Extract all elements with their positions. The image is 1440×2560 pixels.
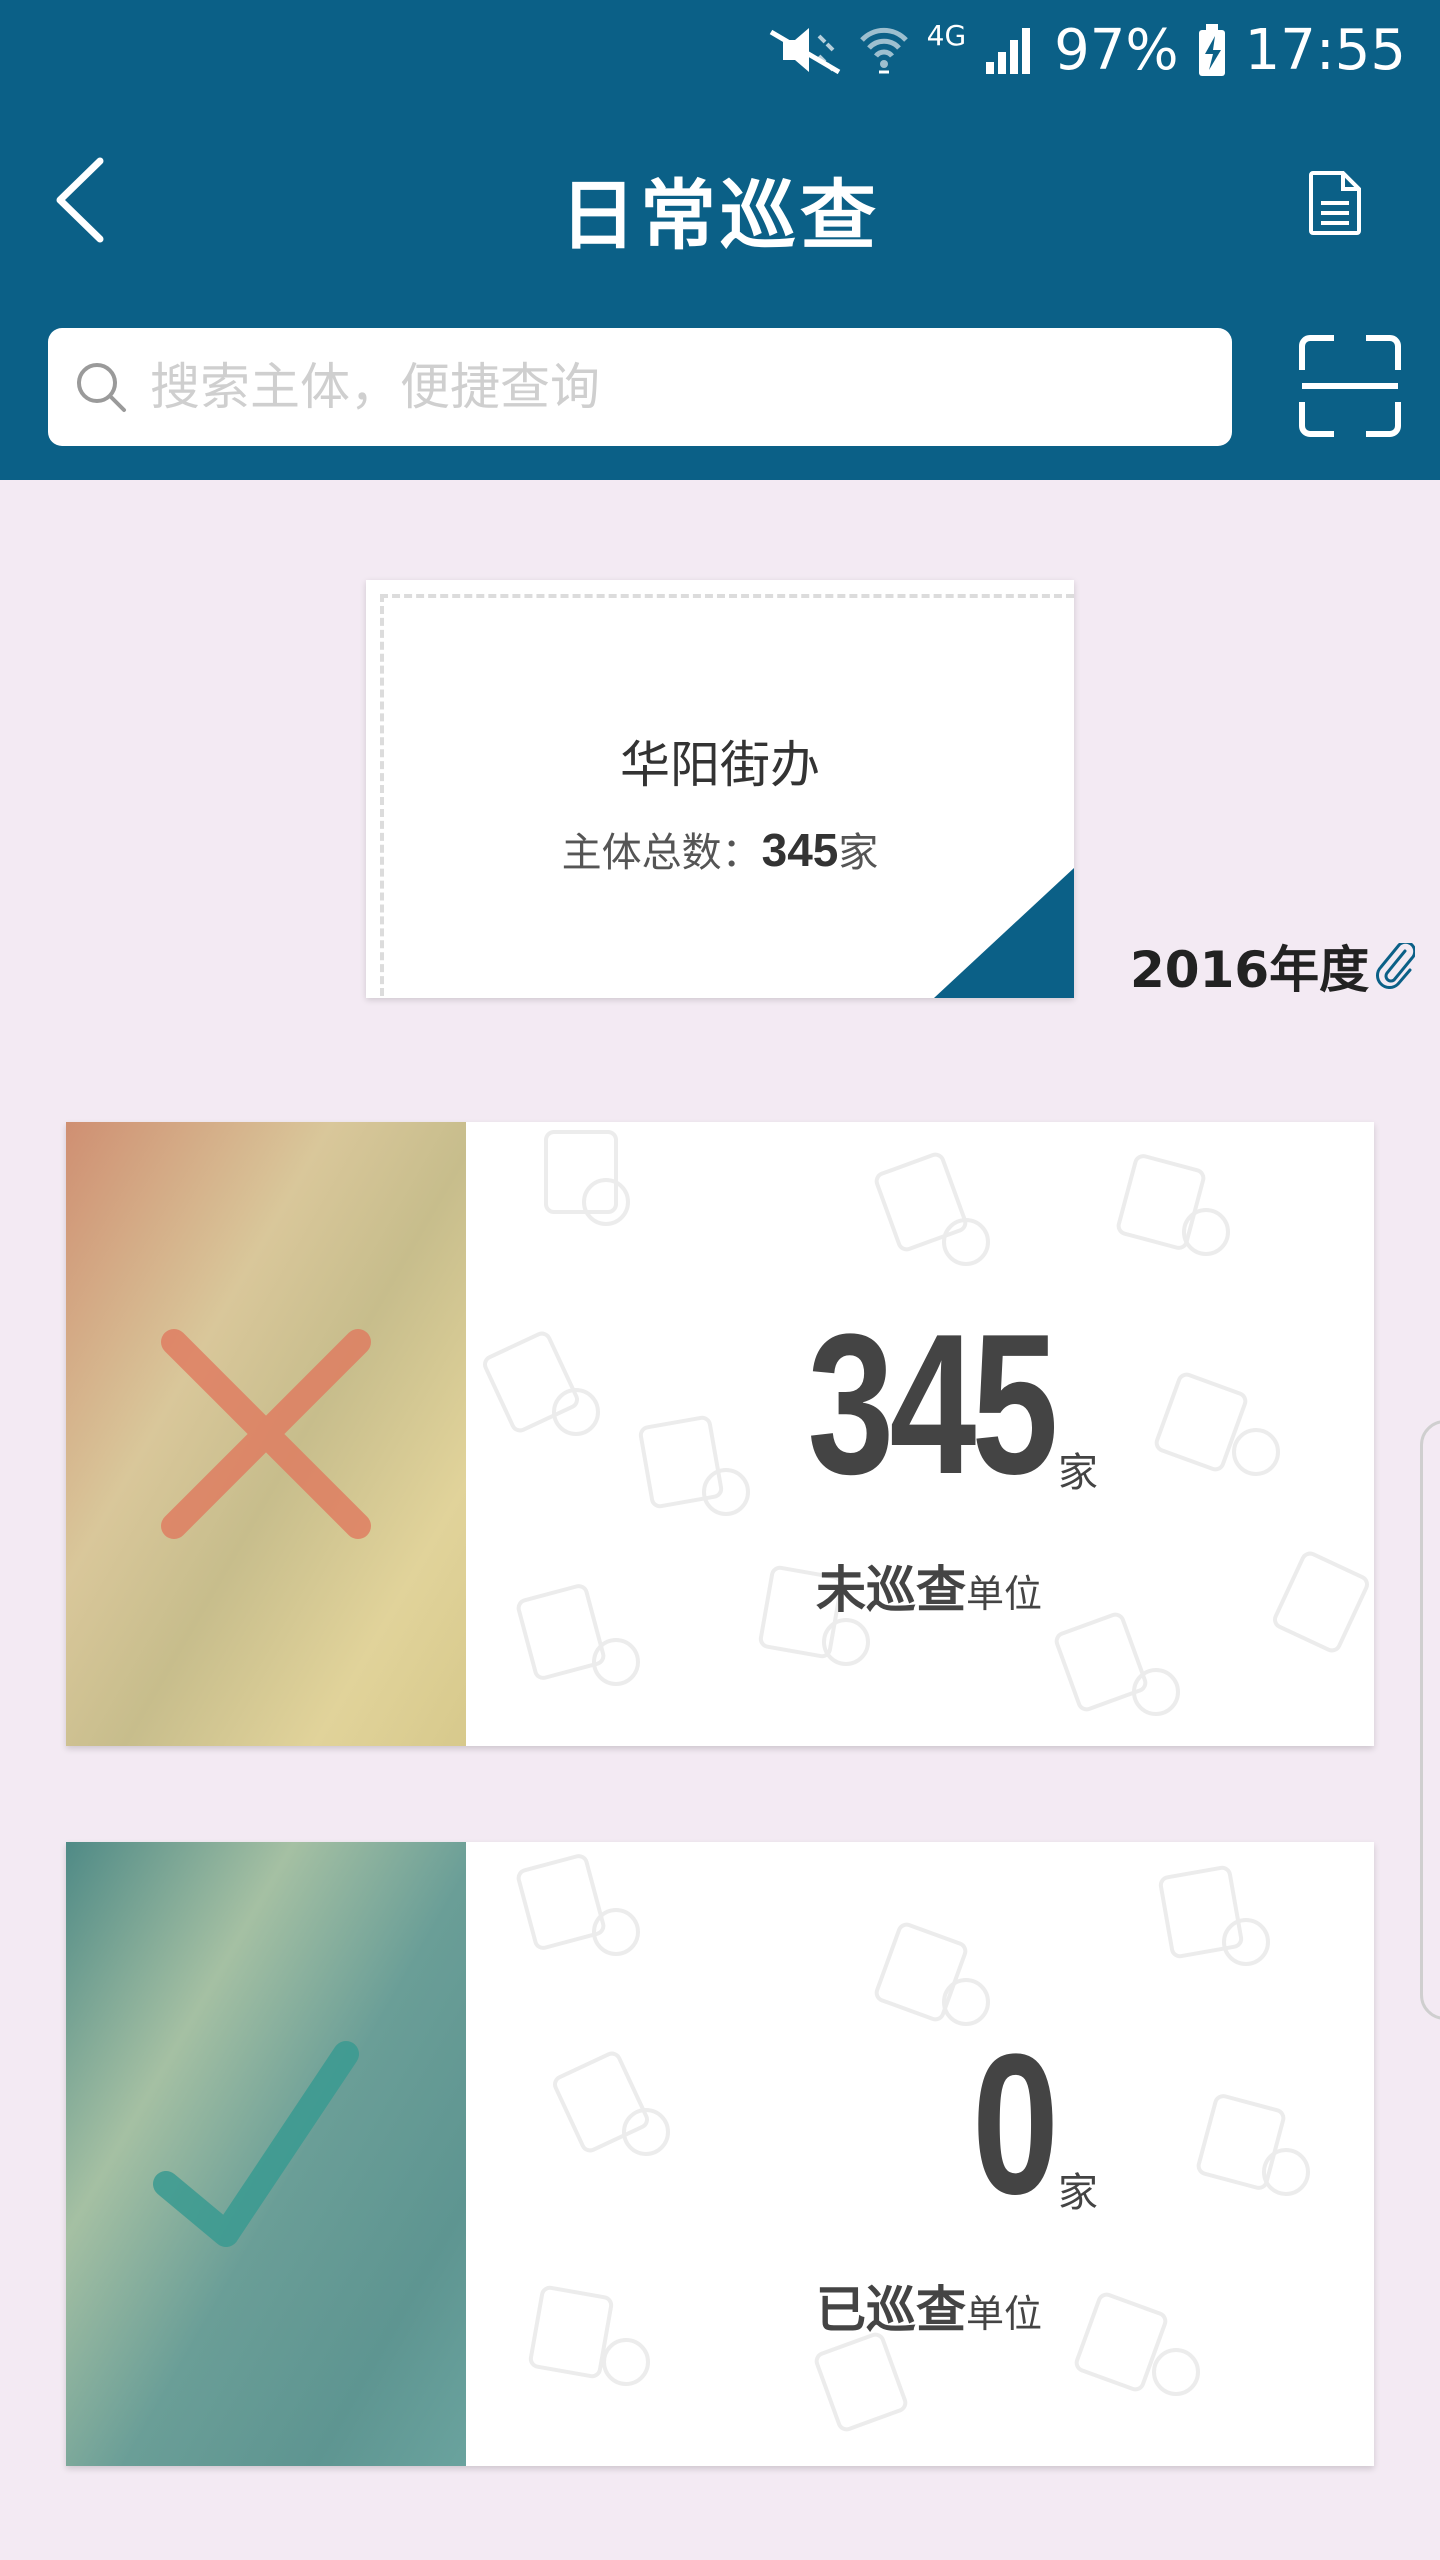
checked-label-sub: 单位: [966, 2292, 1043, 2336]
clock: 17:55: [1244, 17, 1406, 83]
status-bar: 4G 97% 17:55: [0, 0, 1440, 100]
year-label: 2016年度: [1130, 941, 1370, 999]
checked-card[interactable]: 0 家 已巡查单位: [66, 1842, 1374, 2466]
mute-icon: [769, 22, 841, 78]
background-pattern: [466, 1842, 1374, 2466]
summary-count-prefix: 主体总数：: [561, 830, 762, 876]
battery-charging-icon: [1197, 22, 1227, 78]
unchecked-label-sub: 单位: [966, 1572, 1043, 1616]
unchecked-label: 未巡查单位: [816, 1550, 1042, 1622]
check-icon: [153, 2041, 359, 2247]
page-title: 日常巡查: [560, 171, 880, 260]
document-pattern-icon: [516, 1854, 1310, 2432]
checked-unit: 家: [1058, 2170, 1098, 2216]
summary-card[interactable]: 华阳街办 主体总数：345家: [366, 580, 1074, 998]
checked-label-main: 已巡查: [816, 2281, 966, 2339]
unchecked-count: 345: [807, 1293, 1059, 1516]
scan-button[interactable]: [1298, 334, 1402, 438]
document-icon: [1309, 171, 1361, 235]
paperclip-icon: [1376, 943, 1416, 989]
header: 4G 97% 17:55 日常巡查: [0, 0, 1440, 480]
network-type: 4G: [926, 18, 967, 52]
search-icon: [66, 352, 136, 422]
document-button[interactable]: [1290, 158, 1380, 248]
summary-name: 华阳街办: [620, 736, 820, 794]
cross-icon: [161, 1329, 371, 1539]
unchecked-label-main: 未巡查: [816, 1561, 966, 1619]
unchecked-unit: 家: [1058, 1450, 1098, 1496]
unchecked-side-panel: [66, 1122, 466, 1746]
search-bar[interactable]: [48, 328, 1232, 446]
scan-icon: [1299, 335, 1401, 437]
year-selector[interactable]: 2016年度: [1130, 930, 1416, 1002]
wifi-icon: [859, 22, 909, 78]
status-icons: 4G 97% 17:55: [769, 14, 1406, 86]
corner-triangle: [934, 868, 1074, 998]
search-input[interactable]: [150, 358, 1200, 416]
checked-label: 已巡查单位: [816, 2270, 1042, 2342]
summary-count-unit: 家: [838, 830, 879, 876]
battery-percent: 97%: [1054, 17, 1179, 83]
checked-side-panel: [66, 1842, 466, 2466]
navbar: 日常巡查: [0, 120, 1440, 280]
signal-icon: [984, 22, 1036, 78]
unchecked-card[interactable]: 345 家 未巡查单位: [66, 1122, 1374, 1746]
checked-count: 0: [971, 2013, 1059, 2236]
edge-panel-handle[interactable]: [1420, 1420, 1440, 2020]
summary-count: 345: [761, 824, 839, 876]
